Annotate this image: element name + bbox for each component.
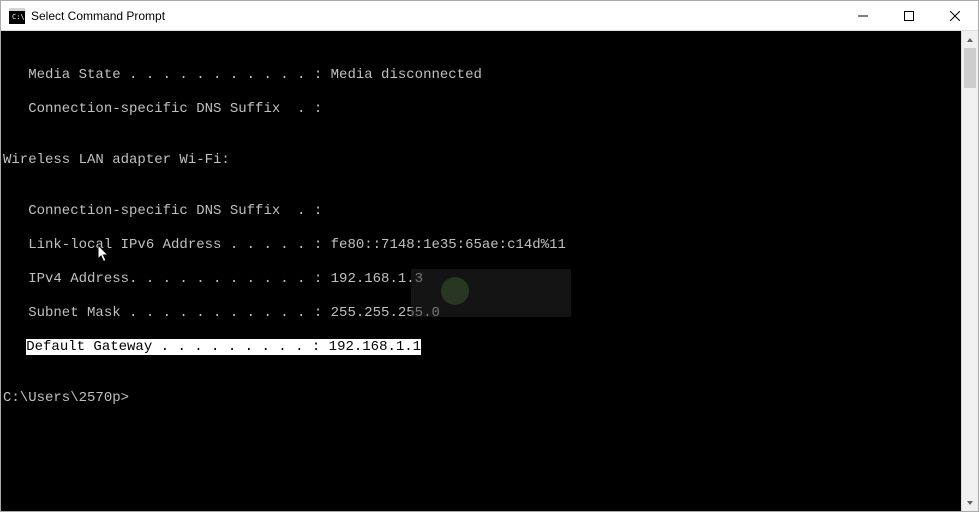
- maximize-button[interactable]: [886, 1, 932, 30]
- minimize-button[interactable]: [840, 1, 886, 30]
- cmd-app-icon: C:\: [9, 8, 25, 24]
- terminal-selected-text: Default Gateway . . . . . . . . . : 192.…: [26, 339, 421, 355]
- app-window: C:\ Select Command Prompt Media State . …: [0, 0, 979, 512]
- window-controls: [840, 1, 978, 30]
- terminal-line: Connection-specific DNS Suffix . :: [1, 203, 961, 220]
- terminal-line: Media State . . . . . . . . . . . : Medi…: [1, 67, 961, 84]
- vertical-scrollbar[interactable]: [961, 31, 978, 511]
- terminal-prompt: C:\Users\2570p>: [1, 390, 961, 407]
- terminal-line: Link-local IPv6 Address . . . . . : fe80…: [1, 237, 961, 254]
- terminal-line: Connection-specific DNS Suffix . :: [1, 101, 961, 118]
- terminal-line: Subnet Mask . . . . . . . . . . . : 255.…: [1, 305, 961, 322]
- scroll-down-button[interactable]: [962, 494, 978, 511]
- terminal-line: IPv4 Address. . . . . . . . . . . : 192.…: [1, 271, 961, 288]
- terminal-line-adapter-header: Wireless LAN adapter Wi-Fi:: [1, 152, 961, 169]
- close-button[interactable]: [932, 1, 978, 30]
- terminal-selected-prefix: [1, 339, 26, 355]
- scroll-thumb[interactable]: [964, 48, 976, 88]
- scroll-track[interactable]: [962, 48, 978, 494]
- titlebar: C:\ Select Command Prompt: [1, 1, 978, 31]
- scroll-up-button[interactable]: [962, 31, 978, 48]
- window-title: Select Command Prompt: [31, 9, 840, 23]
- svg-text:C:\: C:\: [12, 13, 25, 21]
- terminal-output[interactable]: Media State . . . . . . . . . . . : Medi…: [1, 31, 961, 511]
- watermark-text-right: PUALS: [471, 285, 562, 302]
- terminal-line-default-gateway: Default Gateway . . . . . . . . . : 192.…: [1, 339, 961, 356]
- content-area: Media State . . . . . . . . . . . : Medi…: [1, 31, 978, 511]
